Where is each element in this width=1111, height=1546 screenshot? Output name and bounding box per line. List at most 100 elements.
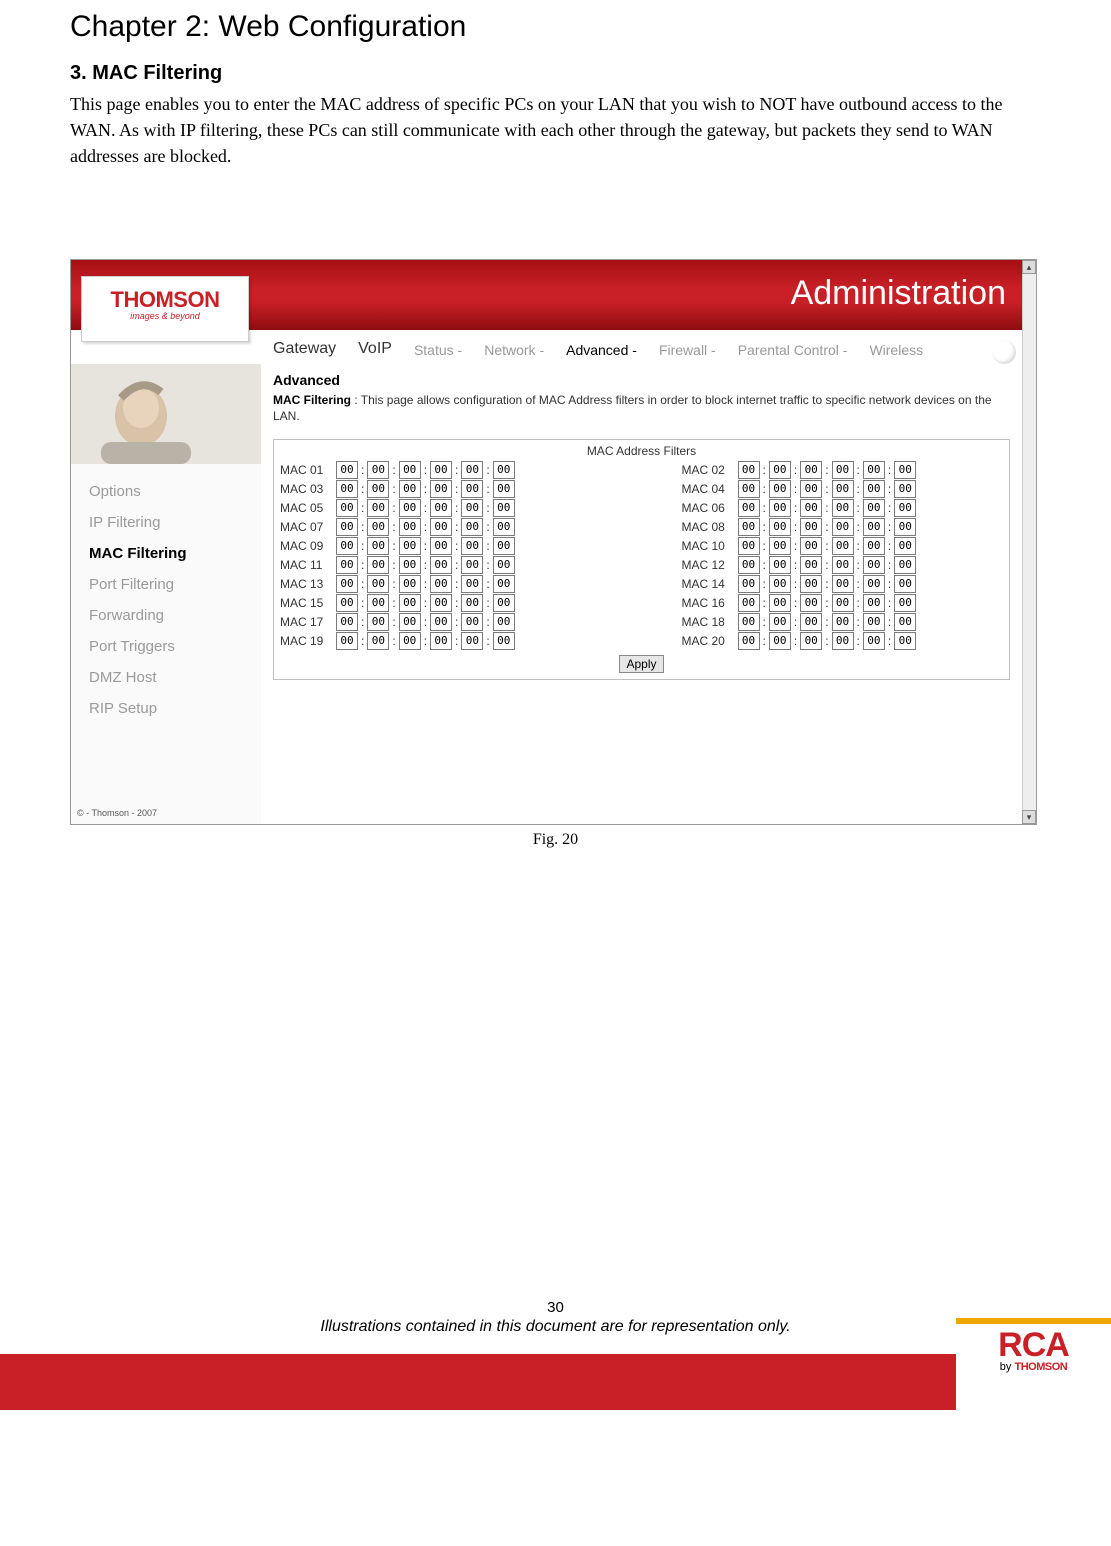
mac-octet[interactable] <box>430 613 452 631</box>
mac-octet[interactable] <box>399 613 421 631</box>
mac-octet[interactable] <box>430 537 452 555</box>
mac-octet[interactable] <box>863 575 885 593</box>
mac-octet[interactable] <box>800 575 822 593</box>
nav-tab-network[interactable]: Network - <box>480 336 548 364</box>
mac-octet[interactable] <box>800 632 822 650</box>
mac-octet[interactable] <box>367 537 389 555</box>
mac-octet[interactable] <box>336 594 358 612</box>
mac-octet[interactable] <box>367 556 389 574</box>
mac-octet[interactable] <box>769 613 791 631</box>
mac-octet[interactable] <box>894 613 916 631</box>
mac-octet[interactable] <box>800 518 822 536</box>
mac-octet[interactable] <box>894 632 916 650</box>
mac-octet[interactable] <box>399 537 421 555</box>
nav-tab-parentalcontrol[interactable]: Parental Control - <box>734 336 852 364</box>
mac-octet[interactable] <box>769 499 791 517</box>
mac-octet[interactable] <box>832 518 854 536</box>
sidebar-item-options[interactable]: Options <box>89 476 261 507</box>
mac-octet[interactable] <box>399 594 421 612</box>
mac-octet[interactable] <box>738 575 760 593</box>
sidebar-item-ip-filtering[interactable]: IP Filtering <box>89 507 261 538</box>
nav-tab-status[interactable]: Status - <box>410 336 466 364</box>
mac-octet[interactable] <box>738 556 760 574</box>
mac-octet[interactable] <box>800 594 822 612</box>
mac-octet[interactable] <box>336 499 358 517</box>
mac-octet[interactable] <box>430 461 452 479</box>
mac-octet[interactable] <box>336 518 358 536</box>
mac-octet[interactable] <box>863 537 885 555</box>
mac-octet[interactable] <box>399 575 421 593</box>
sidebar-item-rip-setup[interactable]: RIP Setup <box>89 693 261 724</box>
mac-octet[interactable] <box>863 499 885 517</box>
mac-octet[interactable] <box>863 480 885 498</box>
mac-octet[interactable] <box>367 499 389 517</box>
mac-octet[interactable] <box>832 575 854 593</box>
nav-tab-firewall[interactable]: Firewall - <box>655 336 720 364</box>
mac-octet[interactable] <box>430 480 452 498</box>
mac-octet[interactable] <box>800 613 822 631</box>
mac-octet[interactable] <box>399 632 421 650</box>
mac-octet[interactable] <box>800 537 822 555</box>
mac-octet[interactable] <box>461 575 483 593</box>
mac-octet[interactable] <box>336 556 358 574</box>
mac-octet[interactable] <box>493 537 515 555</box>
mac-octet[interactable] <box>399 556 421 574</box>
mac-octet[interactable] <box>738 480 760 498</box>
mac-octet[interactable] <box>461 594 483 612</box>
mac-octet[interactable] <box>769 632 791 650</box>
mac-octet[interactable] <box>769 461 791 479</box>
sidebar-item-dmz-host[interactable]: DMZ Host <box>89 662 261 693</box>
mac-octet[interactable] <box>430 594 452 612</box>
mac-octet[interactable] <box>863 556 885 574</box>
mac-octet[interactable] <box>399 518 421 536</box>
mac-octet[interactable] <box>493 499 515 517</box>
mac-octet[interactable] <box>863 632 885 650</box>
mac-octet[interactable] <box>832 556 854 574</box>
mac-octet[interactable] <box>461 556 483 574</box>
mac-octet[interactable] <box>493 575 515 593</box>
mac-octet[interactable] <box>367 632 389 650</box>
mac-octet[interactable] <box>769 537 791 555</box>
mac-octet[interactable] <box>461 480 483 498</box>
mac-octet[interactable] <box>800 556 822 574</box>
mac-octet[interactable] <box>832 613 854 631</box>
scrollbar-track[interactable] <box>1022 274 1036 810</box>
mac-octet[interactable] <box>336 537 358 555</box>
mac-octet[interactable] <box>367 518 389 536</box>
mac-octet[interactable] <box>738 461 760 479</box>
mac-octet[interactable] <box>367 461 389 479</box>
mac-octet[interactable] <box>336 613 358 631</box>
mac-octet[interactable] <box>894 575 916 593</box>
mac-octet[interactable] <box>832 594 854 612</box>
mac-octet[interactable] <box>769 575 791 593</box>
mac-octet[interactable] <box>461 613 483 631</box>
sidebar-item-port-filtering[interactable]: Port Filtering <box>89 569 261 600</box>
app-tab-voip[interactable]: VoIP <box>354 334 396 364</box>
mac-octet[interactable] <box>336 632 358 650</box>
nav-tab-wireless[interactable]: Wireless <box>865 336 927 364</box>
mac-octet[interactable] <box>367 480 389 498</box>
mac-octet[interactable] <box>832 499 854 517</box>
mac-octet[interactable] <box>367 575 389 593</box>
nav-tab-advanced[interactable]: Advanced - <box>562 336 641 364</box>
mac-octet[interactable] <box>800 461 822 479</box>
mac-octet[interactable] <box>832 480 854 498</box>
mac-octet[interactable] <box>894 499 916 517</box>
mac-octet[interactable] <box>430 575 452 593</box>
mac-octet[interactable] <box>894 480 916 498</box>
mac-octet[interactable] <box>800 480 822 498</box>
mac-octet[interactable] <box>493 480 515 498</box>
mac-octet[interactable] <box>894 461 916 479</box>
mac-octet[interactable] <box>493 613 515 631</box>
mac-octet[interactable] <box>769 518 791 536</box>
mac-octet[interactable] <box>461 537 483 555</box>
mac-octet[interactable] <box>894 556 916 574</box>
mac-octet[interactable] <box>461 461 483 479</box>
scroll-down-icon[interactable]: ▾ <box>1022 810 1036 824</box>
mac-octet[interactable] <box>769 480 791 498</box>
mac-octet[interactable] <box>493 594 515 612</box>
mac-octet[interactable] <box>399 499 421 517</box>
mac-octet[interactable] <box>738 537 760 555</box>
mac-octet[interactable] <box>769 556 791 574</box>
mac-octet[interactable] <box>461 632 483 650</box>
